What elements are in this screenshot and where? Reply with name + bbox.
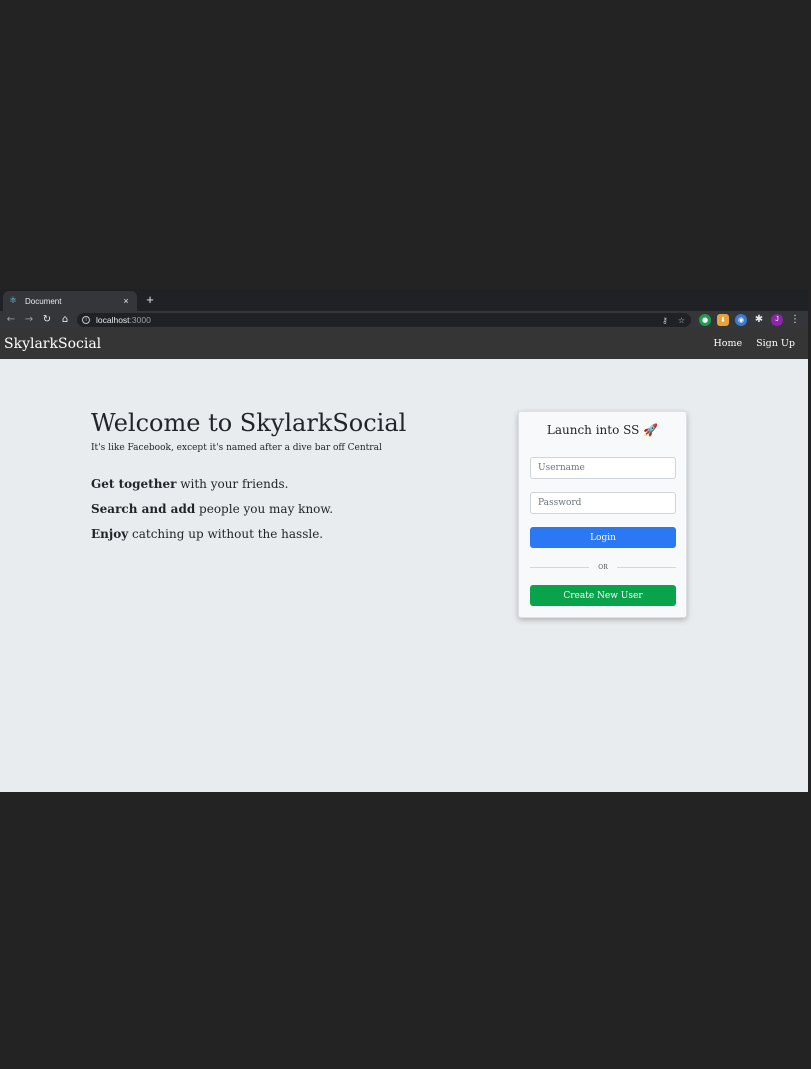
nav-signup-link[interactable]: Sign Up: [756, 338, 795, 349]
extensions-area: ● ⬇ ◉ ✱ J ⋮: [699, 314, 801, 326]
profile-avatar[interactable]: J: [771, 314, 783, 326]
react-icon: ⚛: [9, 295, 18, 306]
username-input[interactable]: [530, 457, 676, 479]
new-tab-button[interactable]: +: [143, 292, 157, 308]
info-icon[interactable]: i: [82, 316, 90, 324]
star-icon[interactable]: ☆: [678, 316, 685, 325]
nav-links: Home Sign Up: [714, 338, 796, 349]
login-card-title: Launch into SS 🚀: [546, 423, 659, 437]
back-icon[interactable]: ←: [4, 313, 18, 327]
feature-item: Get together with your friends.: [91, 477, 289, 491]
browser-window: ⚛ Document × + ← → ↻ ⌂ i localhost:3000 …: [0, 289, 808, 792]
home-icon[interactable]: ⌂: [58, 313, 72, 327]
create-user-button[interactable]: Create New User: [530, 585, 676, 606]
save-extension-icon[interactable]: ⬇: [717, 314, 729, 326]
forward-icon[interactable]: →: [22, 313, 36, 327]
reload-icon[interactable]: ↻: [40, 313, 54, 327]
divider-line: [616, 566, 676, 568]
tab-title: Document: [25, 296, 62, 306]
url-text: localhost:3000: [96, 315, 151, 325]
grammar-extension-icon[interactable]: ◉: [735, 314, 747, 326]
desktop: ⚛ Document × + ← → ↻ ⌂ i localhost:3000 …: [0, 0, 811, 1069]
address-bar[interactable]: i localhost:3000 ⚷ ☆: [77, 313, 691, 327]
browser-toolbar: ← → ↻ ⌂ i localhost:3000 ⚷ ☆ ● ⬇ ◉ ✱ J ⋮: [0, 311, 808, 328]
divider-line: [530, 566, 590, 568]
page-content: Welcome to SkylarkSocial It's like Faceb…: [0, 359, 808, 792]
browser-tab[interactable]: ⚛ Document ×: [3, 291, 137, 311]
puzzle-icon[interactable]: ✱: [753, 314, 765, 326]
key-icon[interactable]: ⚷: [662, 316, 668, 325]
kebab-menu-icon[interactable]: ⋮: [789, 314, 801, 326]
tab-strip: ⚛ Document × +: [0, 289, 808, 311]
nav-home-link[interactable]: Home: [714, 338, 743, 349]
feature-list: Get together with your friends. Search a…: [91, 477, 471, 541]
page-title: Welcome to SkylarkSocial: [91, 409, 407, 437]
or-divider: OR: [530, 562, 676, 572]
login-card: Launch into SS 🚀 Login OR Create New Use…: [518, 411, 687, 618]
feature-item: Enjoy catching up without the hassle.: [91, 527, 324, 541]
app-navbar: SkylarkSocial Home Sign Up: [0, 328, 808, 359]
evernote-icon[interactable]: ●: [699, 314, 711, 326]
or-label: OR: [598, 563, 608, 571]
brand-logo[interactable]: SkylarkSocial: [4, 336, 101, 352]
close-tab-icon[interactable]: ×: [121, 296, 131, 306]
hero-section: Welcome to SkylarkSocial It's like Faceb…: [91, 409, 471, 552]
password-input[interactable]: [530, 492, 676, 514]
login-button[interactable]: Login: [530, 527, 676, 548]
feature-item: Search and add people you may know.: [91, 502, 334, 516]
page-subtitle: It's like Facebook, except it's named af…: [91, 443, 382, 453]
